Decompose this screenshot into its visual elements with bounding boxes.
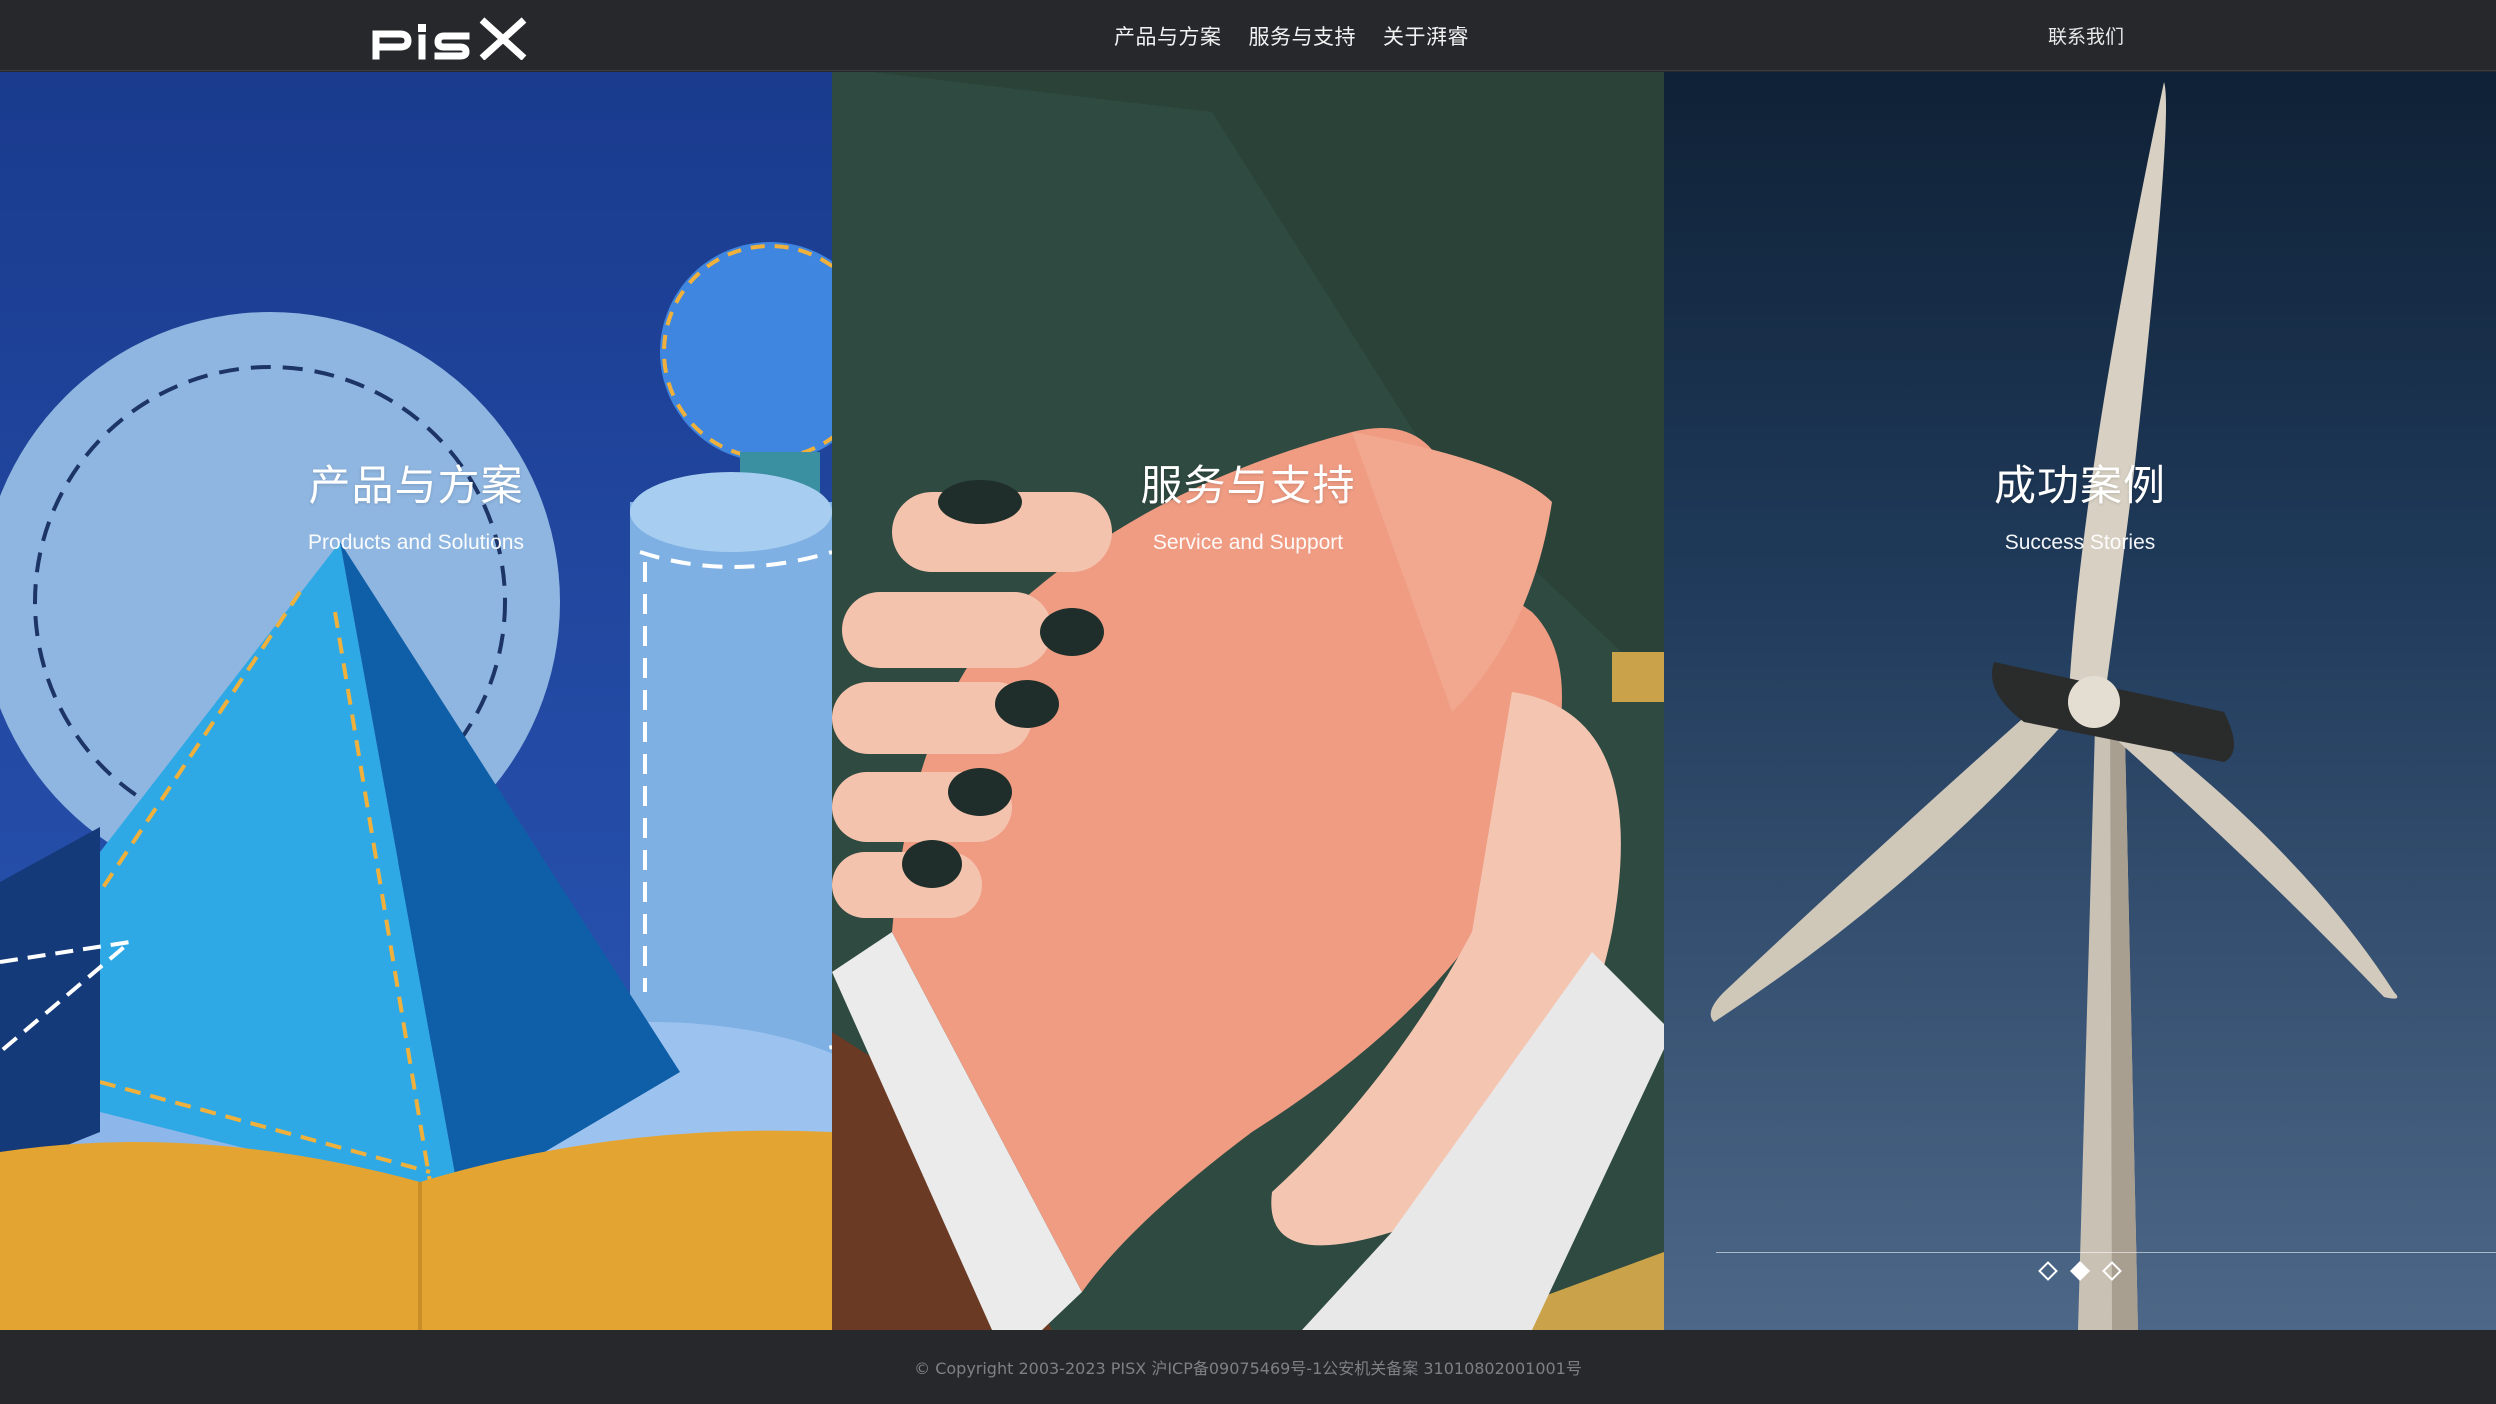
copyright-text: © Copyright 2003-2023 PISX 沪ICP备09075469… — [914, 1359, 1582, 1378]
panel-success-stories[interactable]: 成功案例 Success Stories — [1664, 72, 2496, 1330]
slider-dot[interactable] — [2038, 1261, 2058, 1281]
pisx-logo[interactable] — [370, 16, 530, 61]
handshake-illustration — [832, 72, 1664, 1330]
panel-title: 服务与支持 — [1140, 461, 1356, 510]
slider-dot[interactable] — [2102, 1261, 2122, 1281]
nav-item-products[interactable]: 产品与方案 — [1114, 21, 1222, 51]
wind-turbine-photo — [1664, 72, 2496, 1330]
slider-dot-active[interactable] — [2070, 1261, 2090, 1281]
panel-subtitle: Success Stories — [2004, 531, 2156, 554]
products-illustration — [0, 72, 832, 1330]
top-navigation-bar: 产品与方案 服务与支持 关于湃睿 联系我们 — [0, 0, 2496, 71]
slider-dots — [1664, 1261, 2496, 1281]
panel-subtitle: Products and Solutions — [308, 531, 524, 554]
success-caption: 成功案例 Success Stories — [1664, 452, 2496, 555]
footer: © Copyright 2003-2023 PISX 沪ICP备09075469… — [0, 1330, 2496, 1404]
contact-us-link[interactable]: 联系我们 — [2048, 0, 2124, 71]
main-nav: 产品与方案 服务与支持 关于湃睿 — [1114, 0, 1496, 71]
service-caption: 服务与支持 Service and Support — [832, 452, 1664, 555]
hero-panels: 产品与方案 Products and Solutions 服务与支持 Servi… — [0, 72, 2496, 1330]
products-caption: 产品与方案 Products and Solutions — [0, 452, 832, 555]
nav-item-about[interactable]: 关于湃睿 — [1383, 21, 1469, 51]
panel-service[interactable]: 服务与支持 Service and Support — [832, 72, 1664, 1330]
panel-subtitle: Service and Support — [1152, 531, 1344, 554]
panel-title: 产品与方案 — [308, 461, 524, 510]
nav-item-service[interactable]: 服务与支持 — [1249, 21, 1357, 51]
panel-products[interactable]: 产品与方案 Products and Solutions — [0, 72, 832, 1330]
slider-track — [1716, 1252, 2496, 1253]
panel-title: 成功案例 — [1993, 461, 2166, 510]
